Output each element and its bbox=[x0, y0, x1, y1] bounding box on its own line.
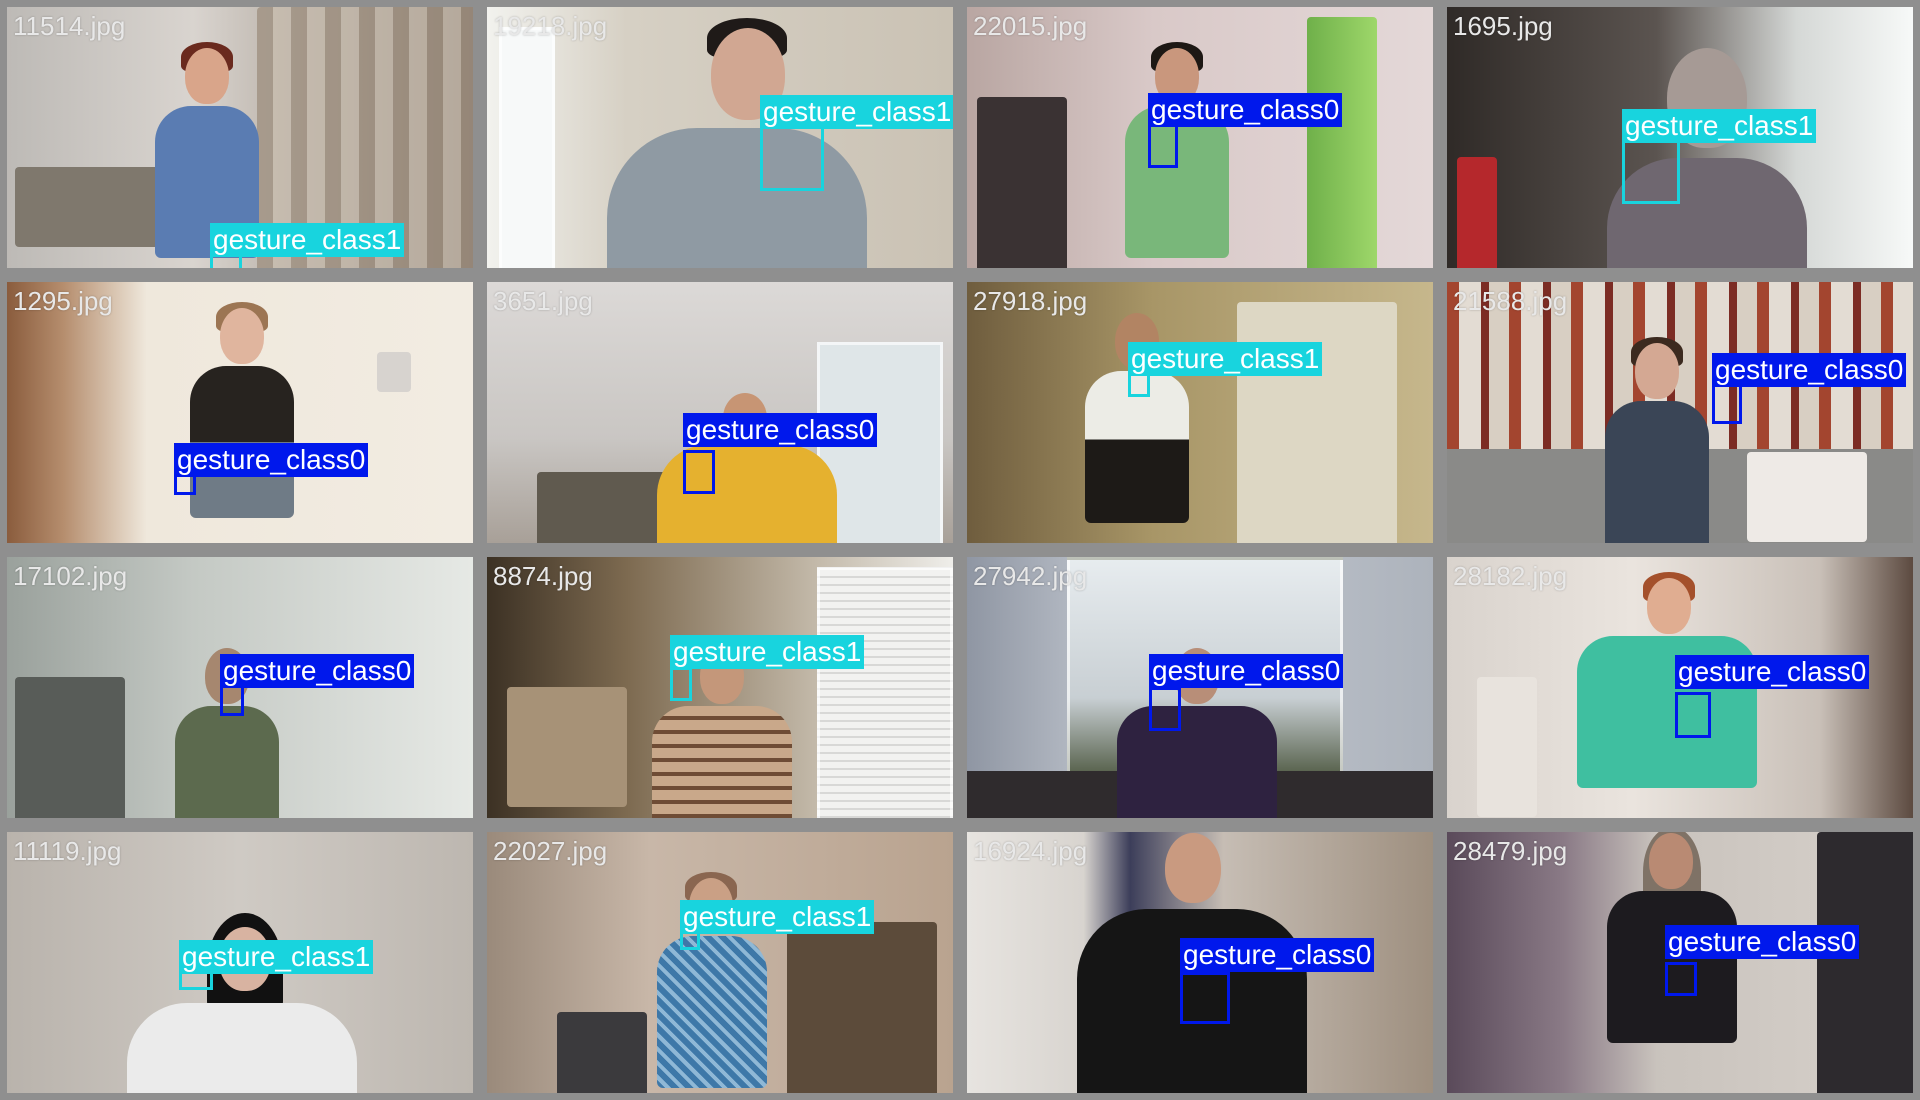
filename-label: 11119.jpg bbox=[13, 836, 122, 866]
photo bbox=[487, 7, 953, 268]
photo bbox=[487, 832, 953, 1093]
detection-label: gesture_class0 bbox=[1180, 938, 1375, 972]
filename-label: 21588.jpg bbox=[1453, 286, 1568, 316]
tile-9: 17102.jpg gesture_class0 bbox=[0, 550, 480, 825]
tile-4: 1695.jpg gesture_class1 bbox=[1440, 0, 1920, 275]
detection-label: gesture_class0 bbox=[1675, 655, 1870, 689]
tile-7: 27918.jpg gesture_class1 bbox=[960, 275, 1440, 550]
filename-label: 28479.jpg bbox=[1453, 836, 1568, 866]
detection-label: gesture_class0 bbox=[1665, 925, 1860, 959]
detection-mosaic: 11514.jpg gesture_class1 19218.jpg gestu… bbox=[0, 0, 1920, 1100]
detection-label: gesture_class0 bbox=[220, 654, 415, 688]
detection-label: gesture_class0 bbox=[683, 413, 878, 447]
tile-16: 28479.jpg gesture_class0 bbox=[1440, 825, 1920, 1100]
filename-label: 17102.jpg bbox=[13, 561, 128, 591]
detection-box bbox=[1180, 972, 1230, 1024]
detection-label: gesture_class0 bbox=[1149, 654, 1344, 688]
filename-label: 16924.jpg bbox=[973, 836, 1088, 866]
tile-11: 27942.jpg gesture_class0 bbox=[960, 550, 1440, 825]
filename-label: 27918.jpg bbox=[973, 286, 1088, 316]
detection-label: gesture_class1 bbox=[210, 223, 405, 257]
detection-box bbox=[670, 667, 692, 701]
detection-label: gesture_class0 bbox=[1148, 93, 1343, 127]
filename-label: 11514.jpg bbox=[13, 11, 126, 41]
filename-label: 8874.jpg bbox=[493, 561, 593, 591]
filename-label: 3651.jpg bbox=[493, 286, 593, 316]
detection-box bbox=[683, 450, 715, 494]
filename-label: 22027.jpg bbox=[493, 836, 608, 866]
filename-label: 28182.jpg bbox=[1453, 561, 1568, 591]
filename-label: 22015.jpg bbox=[973, 11, 1088, 41]
detection-label: gesture_class1 bbox=[760, 95, 953, 129]
filename-label: 1695.jpg bbox=[1453, 11, 1553, 41]
detection-label: gesture_class1 bbox=[670, 635, 865, 669]
photo bbox=[967, 282, 1433, 543]
tile-10: 8874.jpg gesture_class1 bbox=[480, 550, 960, 825]
detection-box bbox=[220, 684, 244, 716]
detection-label: gesture_class1 bbox=[680, 900, 875, 934]
filename-label: 27942.jpg bbox=[973, 561, 1088, 591]
detection-label: gesture_class0 bbox=[1712, 353, 1907, 387]
detection-box bbox=[1149, 687, 1181, 731]
detection-label: gesture_class1 bbox=[179, 940, 374, 974]
filename-label: 1295.jpg bbox=[13, 286, 113, 316]
filename-label: 19218.jpg bbox=[493, 11, 608, 41]
detection-label: gesture_class1 bbox=[1128, 342, 1323, 376]
tile-3: 22015.jpg gesture_class0 bbox=[960, 0, 1440, 275]
tile-14: 22027.jpg gesture_class1 bbox=[480, 825, 960, 1100]
detection-box bbox=[1665, 962, 1697, 996]
detection-box bbox=[1148, 124, 1178, 168]
tile-13: 11119.jpg gesture_class1 bbox=[0, 825, 480, 1100]
detection-label: gesture_class1 bbox=[1622, 109, 1817, 143]
tile-5: 1295.jpg gesture_class0 bbox=[0, 275, 480, 550]
photo bbox=[7, 282, 473, 543]
tile-2: 19218.jpg gesture_class1 bbox=[480, 0, 960, 275]
tile-8: 21588.jpg gesture_class0 bbox=[1440, 275, 1920, 550]
photo bbox=[487, 557, 953, 818]
detection-box bbox=[1675, 692, 1711, 738]
photo bbox=[1447, 282, 1913, 543]
photo bbox=[967, 7, 1433, 268]
tile-15: 16924.jpg gesture_class0 bbox=[960, 825, 1440, 1100]
tile-6: 3651.jpg gesture_class0 bbox=[480, 275, 960, 550]
detection-label: gesture_class0 bbox=[174, 443, 369, 477]
detection-box bbox=[1622, 138, 1680, 204]
tile-1: 11514.jpg gesture_class1 bbox=[0, 0, 480, 275]
tile-12: 28182.jpg gesture_class0 bbox=[1440, 550, 1920, 825]
